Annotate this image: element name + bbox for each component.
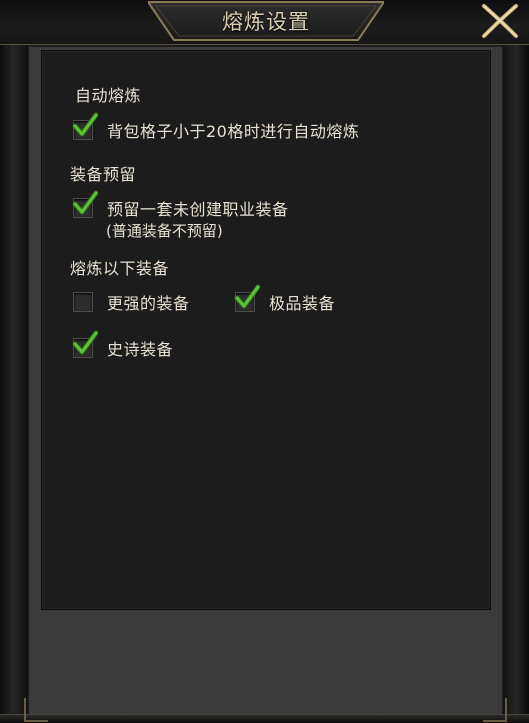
reserve-set-checkbox[interactable] (72, 190, 98, 218)
auto-smelt-option-label: 背包格子小于20格时进行自动熔炼 (107, 122, 360, 141)
reserve-set-option-label: 预留一套未创建职业装备 (107, 200, 289, 219)
excellent-equipment-option[interactable]: 极品装备 (234, 284, 336, 314)
title-bar: 熔炼设置 (0, 0, 529, 45)
epic-equipment-label: 史诗装备 (107, 340, 174, 359)
close-x-icon (482, 4, 518, 38)
reserve-note: (普通装备不预留) (106, 222, 223, 240)
auto-smelt-checkbox[interactable] (72, 112, 98, 140)
corner-ornament-bottom-right (483, 698, 507, 722)
window-title: 熔炼设置 (222, 10, 310, 34)
stronger-equipment-option[interactable]: 更强的装备 (73, 290, 190, 314)
epic-equipment-checkbox[interactable] (72, 330, 98, 358)
excellent-equipment-checkbox[interactable] (234, 284, 260, 312)
smelt-following-section-title: 熔炼以下装备 (70, 259, 170, 278)
window-frame-right (501, 0, 529, 722)
epic-equipment-option[interactable]: 史诗装备 (72, 330, 174, 360)
checkmark-icon (72, 190, 98, 215)
auto-smelt-section-title: 自动熔炼 (75, 86, 142, 105)
close-button[interactable] (478, 2, 522, 40)
stronger-equipment-label: 更强的装备 (107, 294, 190, 313)
stronger-equipment-checkbox[interactable] (73, 292, 93, 312)
corner-ornament-bottom-left (24, 698, 48, 722)
checkmark-icon (234, 284, 260, 309)
reserve-set-option[interactable]: 预留一套未创建职业装备 (72, 190, 289, 220)
checkmark-icon (72, 112, 98, 137)
auto-smelt-option[interactable]: 背包格子小于20格时进行自动熔炼 (72, 112, 360, 142)
title-plate: 熔炼设置 (148, 0, 384, 42)
excellent-equipment-label: 极品装备 (269, 294, 336, 313)
window-frame-left (0, 0, 28, 722)
checkmark-icon (72, 330, 98, 355)
reserve-equipment-section-title: 装备预留 (70, 165, 137, 184)
smelt-settings-window: 熔炼设置 自动熔炼 背包格子小于20格时进行自动熔炼 装备预留 预留一套未创建职… (0, 0, 529, 723)
